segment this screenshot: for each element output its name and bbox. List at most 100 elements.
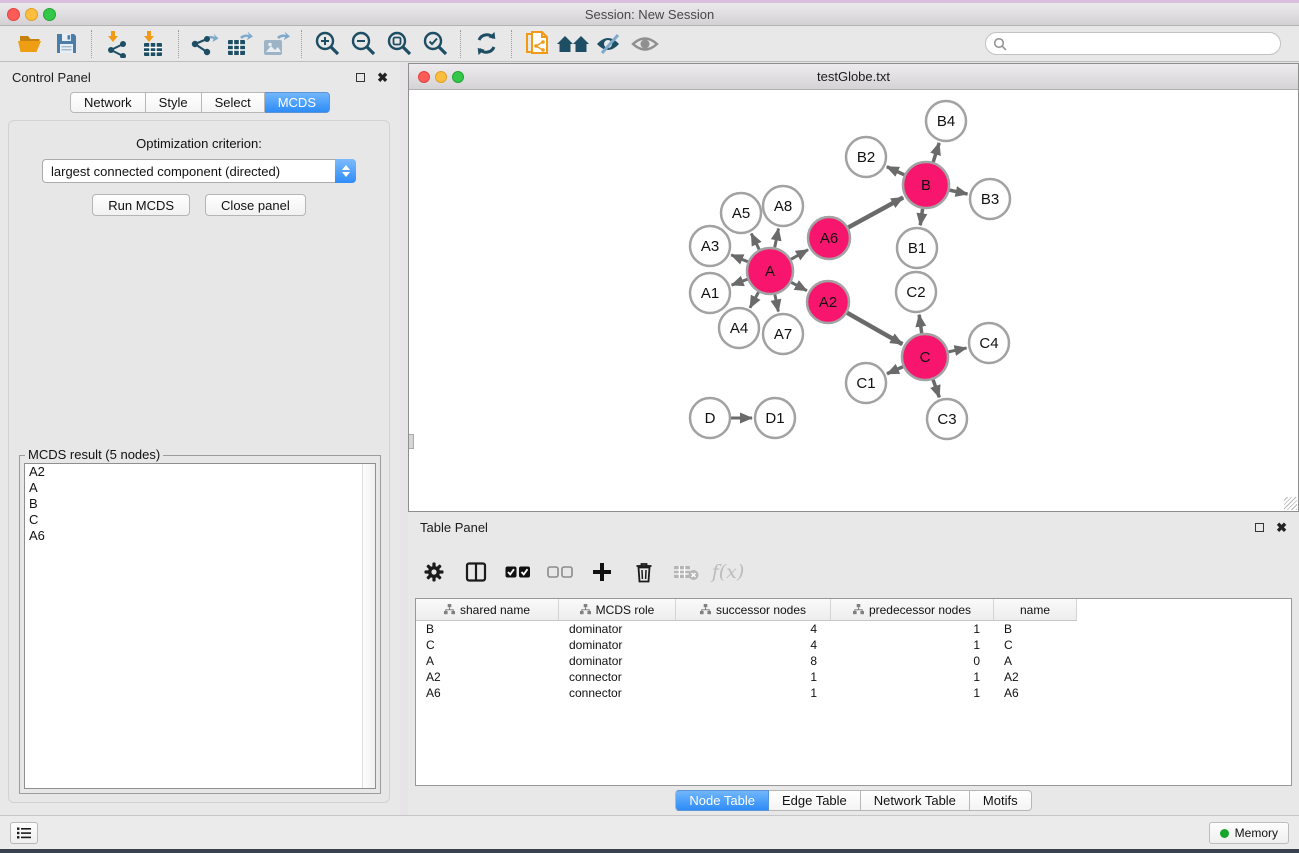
table-row[interactable]: A2connector11A2: [416, 669, 1291, 685]
edge-A-A8[interactable]: [775, 229, 779, 248]
split-columns-icon: [465, 561, 487, 583]
search-field[interactable]: [985, 32, 1281, 55]
edge-C-C2[interactable]: [919, 315, 922, 333]
open-folder-icon: [16, 31, 44, 57]
mcds-result-item[interactable]: A6: [25, 528, 375, 544]
edge-A-A6[interactable]: [791, 250, 808, 260]
canvas-edge-grip[interactable]: [409, 434, 414, 449]
edge-A-A4[interactable]: [750, 292, 759, 308]
table-cell: 1: [831, 670, 994, 684]
edge-A-A7[interactable]: [775, 295, 779, 312]
network-window-titlebar[interactable]: testGlobe.txt: [409, 64, 1298, 90]
close-panel-icon[interactable]: ✖: [377, 71, 388, 84]
float-table-panel-icon[interactable]: [1255, 523, 1264, 532]
run-mcds-button[interactable]: Run MCDS: [92, 194, 190, 216]
show-columns-button[interactable]: [462, 558, 490, 586]
table-row[interactable]: Adominator80A: [416, 653, 1291, 669]
edge-B-B1[interactable]: [920, 209, 922, 225]
minimize-network-button[interactable]: [435, 71, 447, 83]
edge-A-A5[interactable]: [751, 234, 759, 250]
export-image-icon: [261, 30, 291, 58]
task-history-button[interactable]: [10, 822, 38, 844]
edge-A-A3[interactable]: [731, 255, 748, 262]
column-header-predecessor-nodes[interactable]: predecessor nodes: [831, 599, 994, 621]
mcds-result-item[interactable]: A2: [25, 464, 375, 480]
graph-node-label: C1: [856, 375, 875, 392]
tab-network-table[interactable]: Network Table: [861, 790, 970, 811]
window-title: Session: New Session: [0, 7, 1299, 22]
float-panel-icon[interactable]: [356, 73, 365, 82]
edge-A2-C[interactable]: [847, 313, 902, 344]
tab-node-table[interactable]: Node Table: [675, 790, 769, 811]
edge-C-C4[interactable]: [948, 348, 966, 352]
zoom-network-button[interactable]: [452, 71, 464, 83]
table-settings-button[interactable]: [420, 558, 448, 586]
select-all-button[interactable]: [504, 558, 532, 586]
zoom-selected-button[interactable]: [417, 29, 453, 59]
mcds-result-item[interactable]: C: [25, 512, 375, 528]
list-scrollbar[interactable]: [362, 464, 375, 788]
edge-A6-B[interactable]: [848, 197, 903, 227]
export-image-button[interactable]: [258, 29, 294, 59]
delete-table-button[interactable]: [672, 558, 700, 586]
tab-style[interactable]: Style: [146, 92, 202, 113]
criterion-dropdown[interactable]: largest connected component (directed): [42, 159, 356, 183]
tab-edge-table[interactable]: Edge Table: [769, 790, 861, 811]
tab-motifs[interactable]: Motifs: [970, 790, 1032, 811]
fx-icon: f(x): [712, 561, 745, 583]
edge-A-A1[interactable]: [732, 279, 748, 285]
deselect-all-button[interactable]: [546, 558, 574, 586]
eye-hidden-button[interactable]: [591, 29, 627, 59]
import-network-button[interactable]: [99, 29, 135, 59]
table-cell: A: [416, 654, 559, 668]
export-network-button[interactable]: [186, 29, 222, 59]
close-table-panel-icon[interactable]: ✖: [1276, 521, 1287, 534]
zoom-out-button[interactable]: [345, 29, 381, 59]
zoom-in-button[interactable]: [309, 29, 345, 59]
column-header-mcds-role[interactable]: MCDS role: [559, 599, 676, 621]
table-row[interactable]: Bdominator41B: [416, 621, 1291, 637]
column-header-shared-name[interactable]: shared name: [416, 599, 559, 621]
tab-select[interactable]: Select: [202, 92, 265, 113]
column-header-name[interactable]: name: [994, 599, 1077, 621]
zoom-fit-button[interactable]: [381, 29, 417, 59]
network-document-button[interactable]: [519, 29, 555, 59]
import-table-button[interactable]: [135, 29, 171, 59]
table-row[interactable]: Cdominator41C: [416, 637, 1291, 653]
table-cell: A2: [994, 670, 1077, 684]
column-header-successor-nodes[interactable]: successor nodes: [676, 599, 831, 621]
close-panel-button[interactable]: Close panel: [205, 194, 306, 216]
graph-node-label: C4: [979, 335, 998, 352]
double-home-button[interactable]: [555, 29, 591, 59]
table-row[interactable]: A6connector11A6: [416, 685, 1291, 701]
window-resize-grip[interactable]: [1284, 497, 1297, 510]
function-builder-button[interactable]: f(x): [714, 558, 742, 586]
network-canvas[interactable]: B4B2BB3B1A5A8A6A3AA1A2A4A7C2CC4C1C3DD1: [409, 90, 1298, 511]
tab-network[interactable]: Network: [70, 92, 146, 113]
toolbar-separator: [511, 30, 512, 58]
refresh-layout-button[interactable]: [468, 29, 504, 59]
edge-B-B2[interactable]: [887, 167, 904, 175]
delete-column-button[interactable]: [630, 558, 658, 586]
open-session-button[interactable]: [12, 29, 48, 59]
mcds-result-list[interactable]: A2ABCA6: [24, 463, 376, 789]
export-table-button[interactable]: [222, 29, 258, 59]
table-cell: 1: [831, 638, 994, 652]
save-session-button[interactable]: [48, 29, 84, 59]
mcds-result-item[interactable]: B: [25, 496, 375, 512]
eye-visible-button[interactable]: [627, 29, 663, 59]
mcds-result-item[interactable]: A: [25, 480, 375, 496]
status-bar: Memory: [0, 815, 1299, 849]
edge-B-B4[interactable]: [933, 143, 939, 162]
edge-B-B3[interactable]: [949, 190, 967, 194]
add-column-button[interactable]: [588, 558, 616, 586]
tab-mcds[interactable]: MCDS: [265, 92, 330, 113]
table-cell: C: [994, 638, 1077, 652]
import-network-icon: [103, 30, 131, 58]
edge-A-A2[interactable]: [791, 282, 807, 290]
close-network-button[interactable]: [418, 71, 430, 83]
memory-button[interactable]: Memory: [1209, 822, 1289, 844]
edge-C-C3[interactable]: [933, 380, 939, 398]
edge-C-C1[interactable]: [887, 367, 903, 374]
search-input[interactable]: [1007, 37, 1273, 51]
